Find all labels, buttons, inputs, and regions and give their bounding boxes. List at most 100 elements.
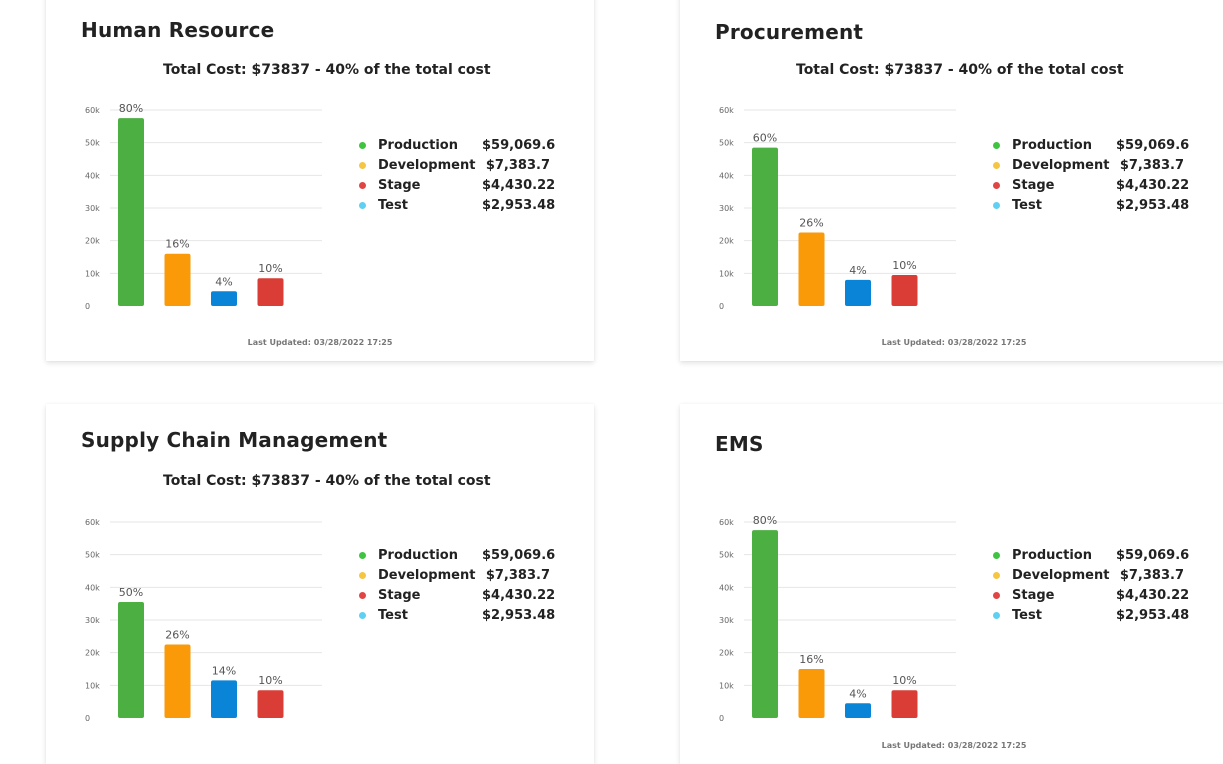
card-human-resource: Human Resource Total Cost: $73837 - 40% … — [46, 0, 594, 361]
legend-dot-icon — [993, 551, 1000, 559]
legend-item-production: Production $59,069.6 — [356, 135, 556, 155]
legend-dot-icon — [359, 141, 366, 149]
legend-item-value: $59,069.6 — [482, 137, 556, 153]
legend-item-name: Stage — [378, 587, 421, 603]
bar-test[interactable] — [257, 690, 284, 718]
y-tick-label: 50k — [85, 551, 100, 560]
bar-test[interactable] — [891, 690, 918, 718]
legend-item-name: Development — [378, 567, 476, 583]
legend-item-value: $2,953.48 — [482, 197, 556, 213]
legend-item-value: $4,430.22 — [482, 587, 556, 603]
legend-item-name: Stage — [1012, 587, 1055, 603]
legend-item-stage: Stage $4,430.22 — [356, 175, 555, 195]
legend-item-value: $7,383.7 — [1119, 567, 1184, 583]
card-title: Human Resource — [81, 18, 275, 42]
y-tick-label: 20k — [85, 649, 100, 658]
legend-item-name: Production — [1012, 547, 1092, 563]
legend-dot-icon — [359, 161, 366, 169]
legend: Production $59,069.6 Development $7,383.7 St… — [356, 545, 556, 625]
legend-dot-icon — [993, 201, 1000, 209]
legend-item-name: Test — [1012, 197, 1042, 213]
legend-dot-icon — [359, 551, 366, 559]
y-tick-label: 20k — [85, 237, 100, 246]
cost-bar-chart: 0 10k 20k 30k 40k 50k 60k 60% 26% 4% 10% — [719, 106, 956, 311]
bar-test[interactable] — [891, 274, 918, 306]
y-tick-label: 30k — [719, 616, 734, 625]
legend-item-test: Test $2,953.48 — [990, 605, 1190, 625]
legend-dot-icon — [993, 161, 1000, 169]
total-cost-line: Total Cost: $73837 - 40% of the total co… — [163, 62, 491, 78]
y-tick-label: 50k — [85, 139, 100, 148]
legend-item-name: Production — [378, 547, 458, 563]
legend-item-development: Development $7,383.7 — [356, 155, 550, 175]
bar-production[interactable] — [752, 530, 778, 718]
legend-item-production: Production $59,069.6 — [356, 545, 556, 565]
legend-item-value: $2,953.48 — [482, 607, 556, 623]
legend-item-name: Production — [1012, 137, 1092, 153]
bar-development[interactable] — [164, 253, 191, 306]
y-tick-label: 50k — [719, 139, 734, 148]
bar-data-label: 10% — [892, 259, 916, 272]
bar-data-label: 16% — [799, 653, 823, 666]
card-ems: EMS 0 10k 20k 30k 40k 50k 60k 80% 16% 4% 10% Produ… — [680, 404, 1223, 764]
bar-data-label: 50% — [119, 586, 143, 599]
legend-item-value: $7,383.7 — [1119, 157, 1184, 173]
y-tick-label: 0 — [85, 714, 90, 723]
y-tick-label: 60k — [719, 106, 734, 115]
legend-item-value: $4,430.22 — [1116, 587, 1190, 603]
legend-item-production: Production $59,069.6 — [990, 135, 1189, 155]
y-tick-label: 30k — [85, 616, 100, 625]
bar-development[interactable] — [798, 232, 825, 307]
bar-data-label: 4% — [215, 275, 232, 288]
bar-data-label: 16% — [165, 238, 189, 251]
total-cost-line: Total Cost: $73837 - 40% of the total co… — [796, 62, 1124, 78]
legend-item-name: Production — [378, 137, 458, 153]
legend-item-name: Test — [1012, 607, 1042, 623]
cost-bar-chart: 0 10k 20k 30k 40k 50k 60k 80% 16% 4% 10% — [85, 102, 322, 311]
legend-item-name: Development — [378, 157, 476, 173]
last-updated: Last Updated: 03/28/2022 17:25 — [247, 338, 393, 347]
y-tick-label: 50k — [719, 551, 734, 560]
legend-item-value: $2,953.48 — [1116, 197, 1190, 213]
y-tick-label: 60k — [85, 518, 100, 527]
bar-development[interactable] — [164, 644, 191, 719]
bar-data-label: 80% — [753, 514, 777, 527]
legend-item-stage: Stage $4,430.22 — [356, 585, 556, 605]
y-tick-label: 0 — [719, 714, 724, 723]
legend-dot-icon — [993, 571, 1000, 579]
bar-data-label: 26% — [799, 217, 823, 230]
legend-item-stage: Stage $4,430.22 — [990, 175, 1189, 195]
bar-production[interactable] — [752, 147, 778, 306]
card-supply-chain-management: Supply Chain Management Total Cost: $738… — [46, 404, 594, 764]
legend: Production $59,069.6 Development $7,383.7 St… — [990, 545, 1190, 625]
legend-item-value: $59,069.6 — [482, 547, 556, 563]
last-updated: Last Updated: 03/28/2022 17:25 — [881, 338, 1027, 347]
legend-item-value: $2,953.48 — [1116, 607, 1190, 623]
legend-item-value: $59,069.6 — [1116, 547, 1190, 563]
y-tick-label: 20k — [719, 237, 734, 246]
legend-dot-icon — [359, 611, 366, 619]
bar-data-label: 14% — [212, 664, 236, 677]
bar-production[interactable] — [118, 602, 144, 718]
legend-item-name: Stage — [1012, 177, 1055, 193]
bar-production[interactable] — [118, 118, 144, 307]
bar-development[interactable] — [798, 669, 825, 718]
y-tick-label: 0 — [85, 302, 90, 311]
bar-stage[interactable] — [845, 279, 871, 306]
bar-stage[interactable] — [845, 703, 871, 718]
legend-dot-icon — [359, 201, 366, 209]
y-tick-label: 60k — [85, 106, 100, 115]
bar-stage[interactable] — [211, 680, 237, 718]
legend-item-name: Development — [1012, 157, 1110, 173]
bar-stage[interactable] — [211, 291, 237, 306]
bar-test[interactable] — [257, 278, 284, 306]
card-title: EMS — [715, 432, 764, 456]
y-tick-label: 40k — [85, 171, 100, 180]
last-updated: Last Updated: 03/28/2022 17:25 — [881, 741, 1027, 750]
legend-item-name: Stage — [378, 177, 421, 193]
legend-item-test: Test $2,953.48 — [356, 605, 556, 625]
y-tick-label: 30k — [85, 204, 100, 213]
legend-item-name: Development — [1012, 567, 1110, 583]
legend-item-production: Production $59,069.6 — [990, 545, 1190, 565]
y-tick-label: 40k — [719, 583, 734, 592]
